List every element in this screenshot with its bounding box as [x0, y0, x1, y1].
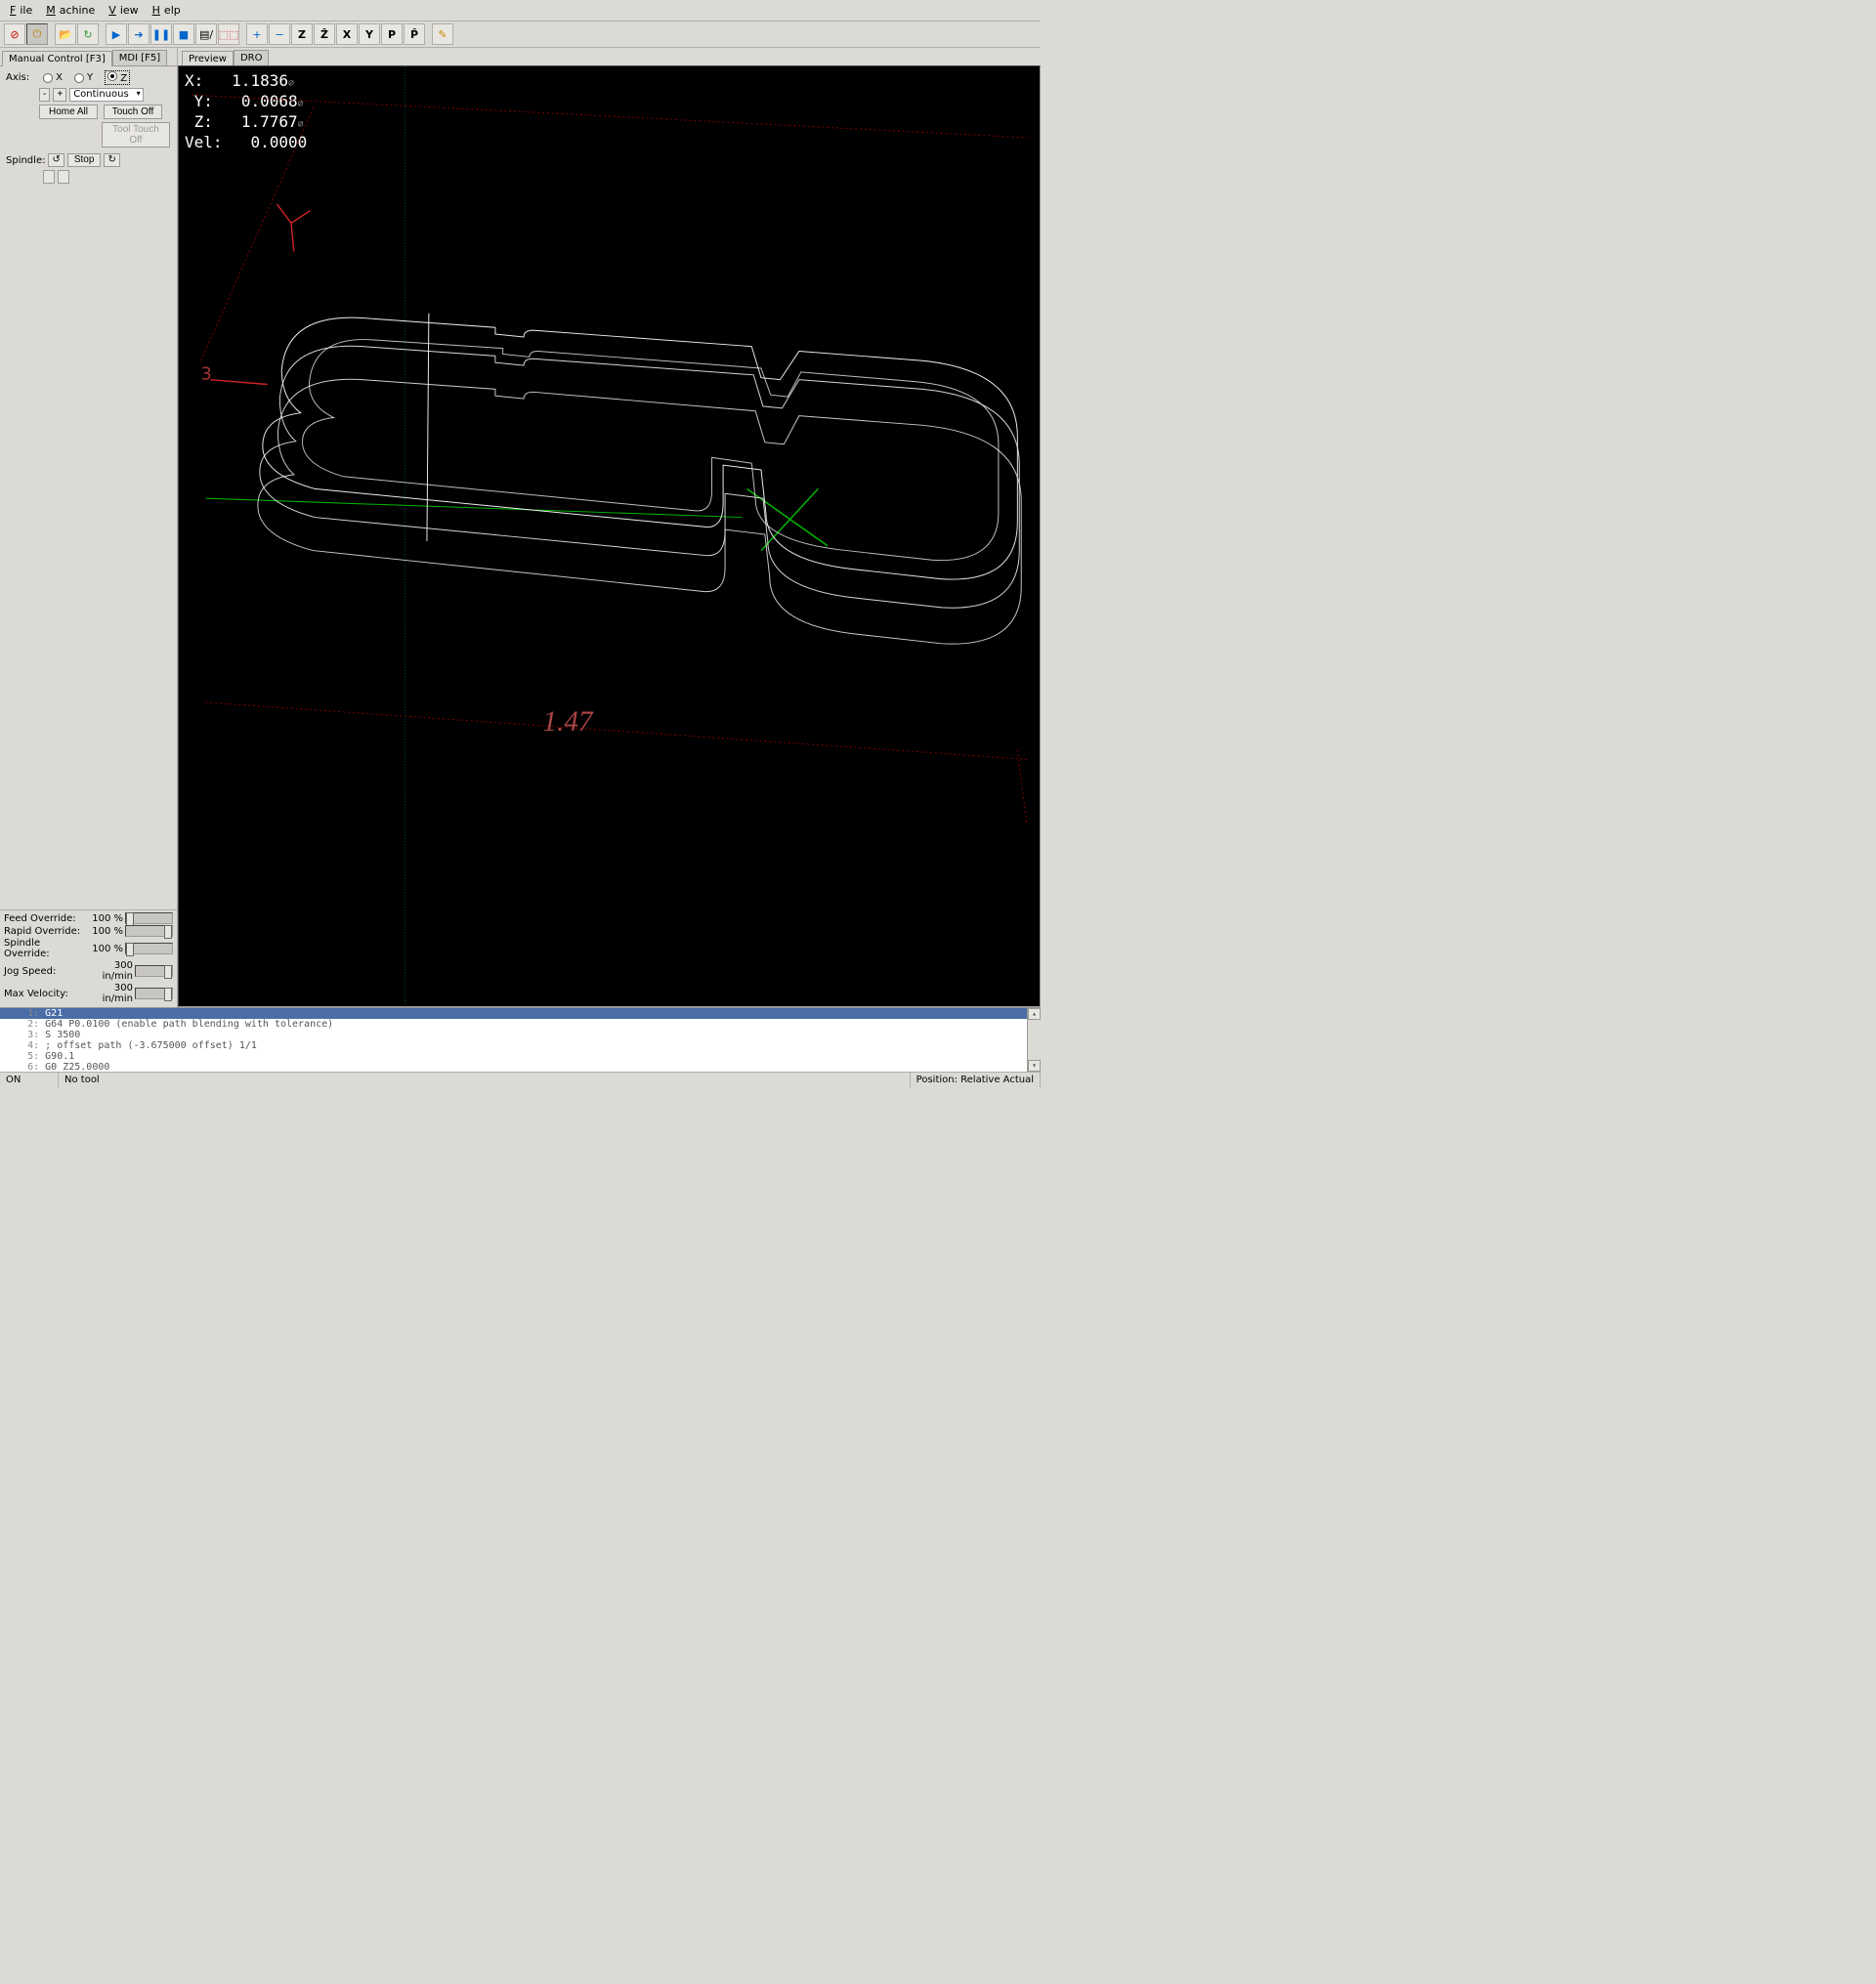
optstop-button[interactable]: ⬚⬚ — [218, 23, 239, 45]
scroll-up-icon[interactable]: ▴ — [1028, 1008, 1041, 1020]
jog-speed-slider[interactable] — [135, 965, 173, 977]
view-x-button[interactable]: X — [336, 23, 358, 45]
jog-speed-value: 300 in/min — [88, 960, 135, 982]
max-velocity-slider[interactable] — [135, 988, 173, 999]
scroll-down-icon[interactable]: ▾ — [1028, 1060, 1041, 1072]
spindle-ccw-button[interactable]: ↺ — [48, 153, 64, 167]
gcode-line[interactable]: 4: ; offset path (-3.675000 offset) 1/1 — [0, 1040, 1041, 1051]
gcode-line[interactable]: 5: G90.1 — [0, 1051, 1041, 1062]
rapid-override-slider[interactable] — [125, 925, 173, 937]
zoomin-button[interactable]: + — [246, 23, 268, 45]
rapid-override-label: Rapid Override: — [4, 926, 88, 937]
gcode-line[interactable]: 2: G64 P0.0100 (enable path blending wit… — [0, 1019, 1041, 1030]
home-all-button[interactable]: Home All — [39, 105, 98, 119]
view-tabs: Preview DRO — [178, 48, 1041, 65]
axis-label: Axis: — [6, 72, 29, 83]
svg-text:3: 3 — [201, 365, 212, 385]
overrides-panel: Feed Override: 100 % Rapid Override: 100… — [0, 909, 177, 1007]
axis-x-radio[interactable] — [43, 73, 53, 83]
gcode-line[interactable]: 6: G0 Z25.0000 — [0, 1062, 1041, 1072]
feed-override-slider[interactable] — [125, 912, 173, 924]
axis-y-radio[interactable] — [74, 73, 84, 83]
toolpath-canvas: 3 — [179, 66, 1040, 1006]
status-on: ON — [0, 1073, 59, 1087]
feed-override-value: 100 % — [88, 913, 125, 924]
statusbar: ON No tool Position: Relative Actual — [0, 1072, 1041, 1087]
menu-help[interactable]: Help — [149, 2, 189, 19]
menu-machine[interactable]: Machine — [42, 2, 103, 19]
status-tool: No tool — [59, 1073, 911, 1087]
tab-dro[interactable]: DRO — [234, 50, 270, 65]
gcode-line[interactable]: 3: S 3500 — [0, 1030, 1041, 1040]
gcode-scrollbar[interactable]: ▴ ▾ — [1027, 1008, 1041, 1072]
spindle-override-label: Spindle Override: — [4, 938, 88, 959]
view-p-button[interactable]: P — [381, 23, 403, 45]
jog-minus-button[interactable]: - — [39, 88, 50, 102]
open-button[interactable]: 📂 — [55, 23, 76, 45]
run-button[interactable]: ▶ — [106, 23, 127, 45]
svg-text:1.47: 1.47 — [542, 706, 593, 738]
view-z-button[interactable]: Z — [291, 23, 313, 45]
spindle-cw-button[interactable]: ↻ — [104, 153, 119, 167]
toolbar: ⊘ ⏻ 📂 ↻ ▶ ➔ ❚❚ ■ ▤/ ⬚⬚ + − Z Ẑ X Y P P̂ … — [0, 21, 1041, 48]
feed-override-label: Feed Override: — [4, 913, 88, 924]
spindle-override-value: 100 % — [88, 944, 125, 954]
step-button[interactable]: ➔ — [128, 23, 149, 45]
reload-button[interactable]: ↻ — [77, 23, 99, 45]
tab-mdi[interactable]: MDI [F5] — [112, 50, 167, 65]
max-velocity-label: Max Velocity: — [4, 989, 88, 999]
spindle-label: Spindle: — [6, 155, 45, 166]
menu-file[interactable]: File — [6, 2, 40, 19]
jog-mode-dropdown[interactable]: Continuous — [69, 88, 143, 102]
jog-speed-label: Jog Speed: — [4, 966, 88, 977]
status-position: Position: Relative Actual — [911, 1073, 1041, 1087]
jog-plus-button[interactable]: + — [53, 88, 66, 102]
power-button[interactable]: ⏻ — [26, 23, 48, 45]
left-tabs: Manual Control [F3] MDI [F5] — [0, 48, 177, 65]
gcode-panel: 1: G21 2: G64 P0.0100 (enable path blend… — [0, 1007, 1041, 1072]
pause-button[interactable]: ❚❚ — [150, 23, 172, 45]
axis-x-label: X — [56, 72, 63, 83]
touch-off-button[interactable]: Touch Off — [104, 105, 162, 119]
zoomout-button[interactable]: − — [269, 23, 290, 45]
menubar: File Machine View Help — [0, 0, 1041, 21]
spindle-inc-button[interactable] — [58, 170, 69, 184]
axis-z-label: Z — [120, 73, 127, 84]
max-velocity-value: 300 in/min — [88, 983, 135, 1004]
axis-z-radio[interactable] — [107, 71, 117, 81]
view-y-button[interactable]: Y — [359, 23, 380, 45]
menu-view[interactable]: View — [105, 2, 146, 19]
spindle-stop-button[interactable]: Stop — [67, 153, 102, 167]
stop-button[interactable]: ■ — [173, 23, 194, 45]
manual-panel: Axis: X Y Z - + Continuous — [0, 65, 177, 190]
clear-plot-button[interactable]: ✎ — [432, 23, 453, 45]
blockskip-button[interactable]: ▤/ — [195, 23, 217, 45]
tab-manual-control[interactable]: Manual Control [F3] — [2, 51, 112, 66]
estop-button[interactable]: ⊘ — [4, 23, 25, 45]
rapid-override-value: 100 % — [88, 926, 125, 937]
spindle-override-slider[interactable] — [125, 943, 173, 954]
gcode-line[interactable]: 1: G21 — [0, 1008, 1041, 1019]
view-p2-button[interactable]: P̂ — [404, 23, 425, 45]
view-z2-button[interactable]: Ẑ — [314, 23, 335, 45]
preview-viewport[interactable]: X: 1.1836⌀ Y: 0.0068⌀ Z: 1.7767⌀ Vel: 0.… — [178, 65, 1041, 1007]
tool-touch-off-button[interactable]: Tool Touch Off — [102, 122, 170, 148]
axis-y-label: Y — [87, 72, 93, 83]
spindle-dec-button[interactable] — [43, 170, 55, 184]
tab-preview[interactable]: Preview — [182, 51, 234, 66]
